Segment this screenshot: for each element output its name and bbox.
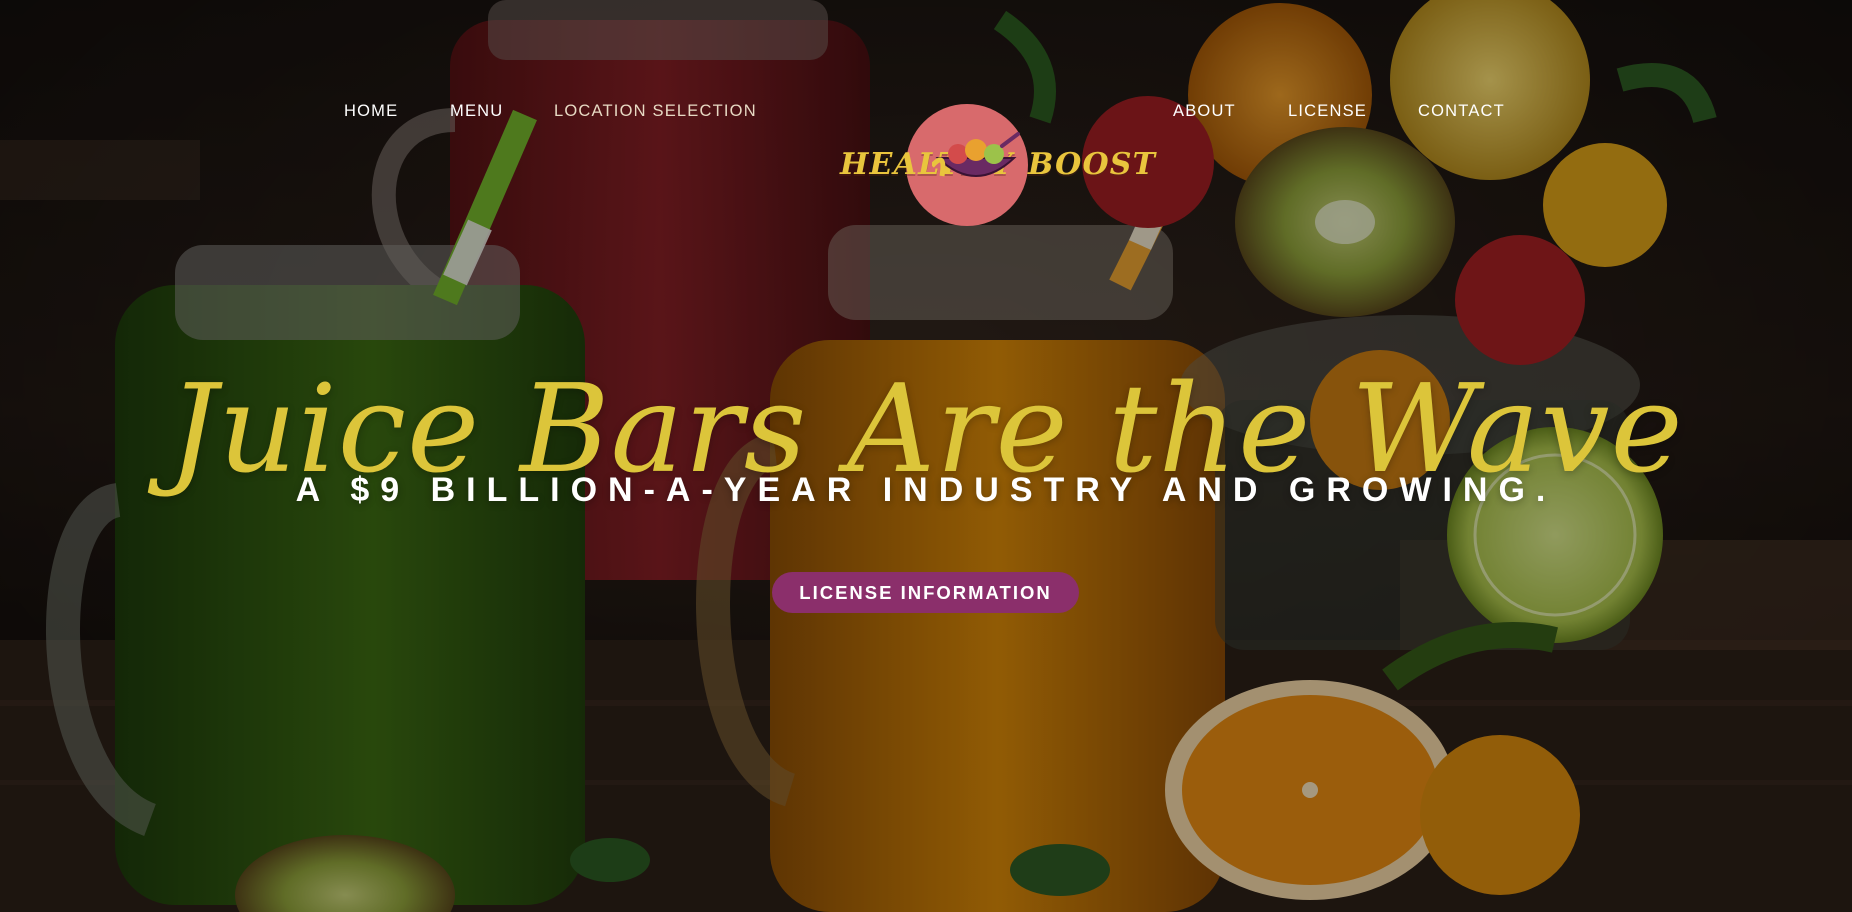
nav-link-contact[interactable]: CONTACT — [1418, 102, 1505, 121]
main-navigation: HOME MENU LOCATION SELECTION Healthy Boo… — [0, 0, 1852, 230]
hero-subheadline: A $9 BILLION-A-YEAR INDUSTRY AND GROWING… — [295, 471, 1557, 509]
hero-section: HOME MENU LOCATION SELECTION Healthy Boo… — [0, 0, 1852, 912]
license-information-button[interactable]: LICENSE INFORMATION — [772, 572, 1079, 613]
nav-link-about[interactable]: ABOUT — [1173, 102, 1236, 121]
nav-link-location-selection[interactable]: LOCATION SELECTION — [554, 102, 757, 121]
nav-link-home[interactable]: HOME — [344, 102, 398, 121]
nav-link-menu[interactable]: MENU — [450, 102, 503, 121]
logo-text-boost: Boost — [1028, 147, 1157, 182]
nav-link-license[interactable]: LICENSE — [1288, 102, 1367, 121]
site-logo[interactable]: Healthy Boost — [840, 102, 1155, 232]
smoothie-bowl-icon — [932, 132, 1020, 177]
